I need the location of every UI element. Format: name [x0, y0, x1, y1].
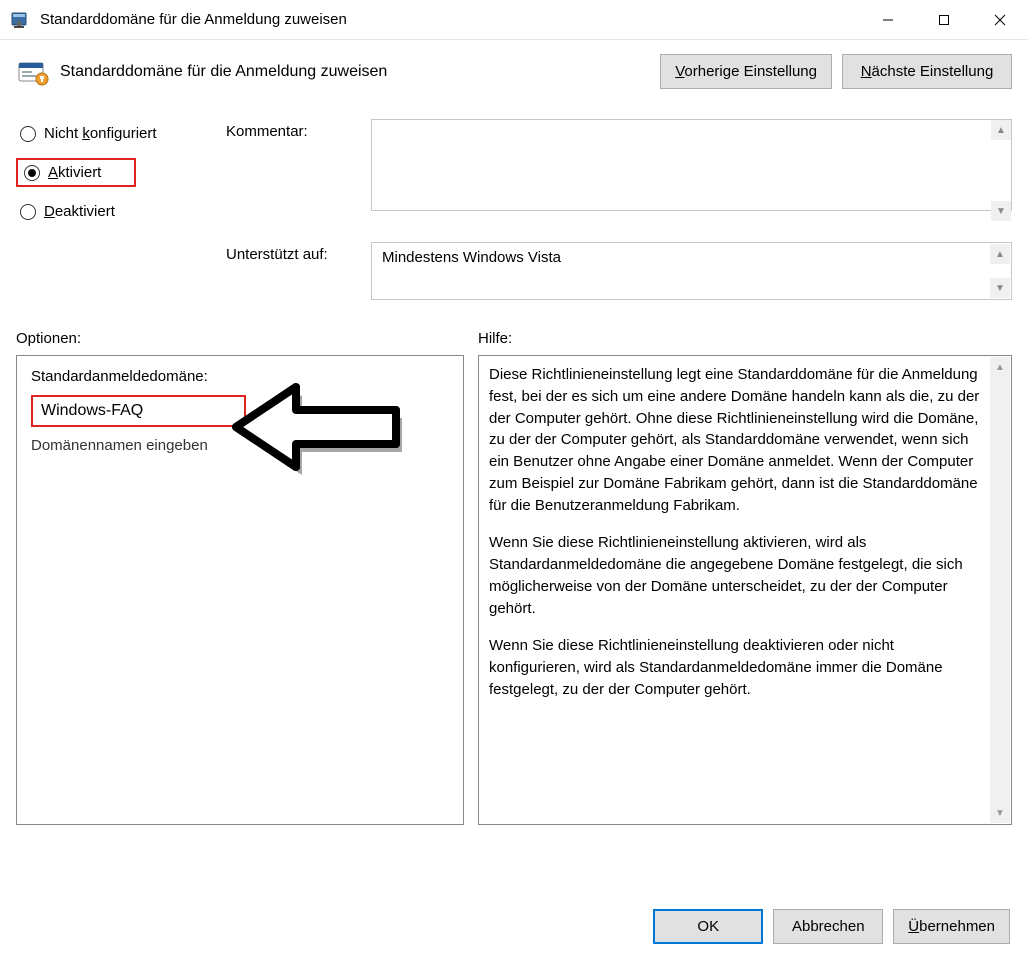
- minimize-button[interactable]: [860, 0, 916, 39]
- ok-button[interactable]: OK: [653, 909, 763, 944]
- help-scrollbar[interactable]: ▲ ▼: [990, 357, 1010, 823]
- scroll-down-icon: ▼: [990, 803, 1010, 823]
- options-section-label: Optionen:: [16, 330, 478, 347]
- close-button[interactable]: [972, 0, 1028, 39]
- state-radio-group: Nicht konfiguriert Aktiviert Deaktiviert: [16, 119, 226, 222]
- supported-value: Mindestens Windows Vista: [382, 249, 561, 266]
- radio-not-configured[interactable]: Nicht konfiguriert: [16, 123, 226, 144]
- help-paragraph-1: Diese Richtlinieneinstellung legt eine S…: [489, 364, 985, 516]
- radio-enabled[interactable]: Aktiviert: [16, 158, 136, 187]
- comment-textarea[interactable]: [371, 119, 1012, 211]
- window-title: Standarddomäne für die Anmeldung zuweise…: [40, 11, 860, 28]
- domain-field-label: Standardanmeldedomäne:: [31, 368, 449, 385]
- comment-scrollbar[interactable]: ▲ ▼: [991, 120, 1011, 221]
- help-paragraph-3: Wenn Sie diese Richtlinieneinstellung de…: [489, 635, 985, 700]
- maximize-button[interactable]: [916, 0, 972, 39]
- cancel-button[interactable]: Abbrechen: [773, 909, 883, 944]
- domain-hint: Domänennamen eingeben: [31, 437, 449, 454]
- supported-box: Mindestens Windows Vista ▲ ▼: [371, 242, 1012, 300]
- options-panel: Standardanmeldedomäne: Domänennamen eing…: [16, 355, 464, 825]
- supported-label: Unterstützt auf:: [226, 242, 371, 300]
- scroll-up-icon: ▲: [990, 244, 1010, 264]
- domain-input[interactable]: [39, 401, 238, 421]
- scroll-down-icon: ▼: [990, 278, 1010, 298]
- comment-label: Kommentar:: [226, 119, 371, 222]
- radio-enabled-label: Aktiviert: [48, 164, 101, 181]
- policy-icon: [16, 55, 50, 89]
- scroll-up-icon: ▲: [990, 357, 1010, 377]
- radio-not-configured-label: Nicht konfiguriert: [44, 125, 157, 142]
- next-setting-button[interactable]: Nächste Einstellung: [842, 54, 1012, 89]
- window-icon: [10, 9, 32, 31]
- radio-disabled[interactable]: Deaktiviert: [16, 201, 226, 222]
- scroll-down-icon: ▼: [991, 201, 1011, 221]
- supported-scrollbar[interactable]: ▲ ▼: [990, 244, 1010, 298]
- titlebar: Standarddomäne für die Anmeldung zuweise…: [0, 0, 1028, 40]
- help-text: Diese Richtlinieneinstellung legt eine S…: [479, 356, 1011, 824]
- help-panel: Diese Richtlinieneinstellung legt eine S…: [478, 355, 1012, 825]
- help-section-label: Hilfe:: [478, 330, 512, 347]
- help-paragraph-2: Wenn Sie diese Richtlinieneinstellung ak…: [489, 532, 985, 619]
- radio-disabled-label: Deaktiviert: [44, 203, 115, 220]
- scroll-up-icon: ▲: [991, 120, 1011, 140]
- previous-setting-button[interactable]: Vorherige Einstellung: [660, 54, 832, 89]
- policy-title: Standarddomäne für die Anmeldung zuweise…: [60, 63, 650, 81]
- apply-button[interactable]: Übernehmen: [893, 909, 1010, 944]
